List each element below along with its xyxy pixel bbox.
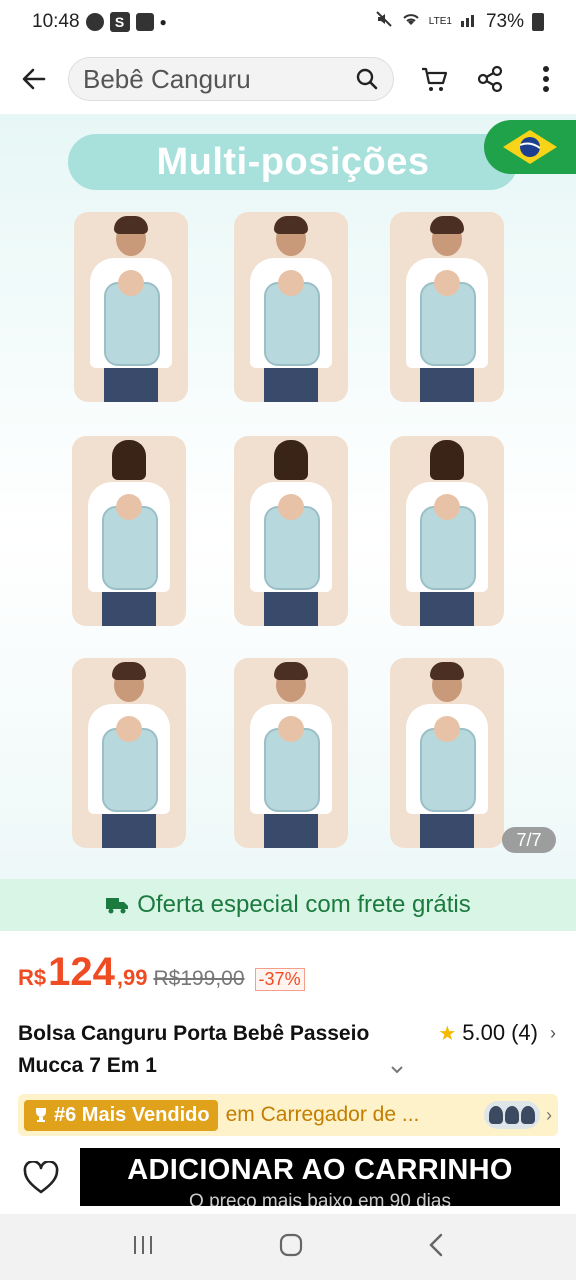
- rating-value: 5.00: [462, 1020, 506, 1045]
- cart-icon: [422, 67, 448, 91]
- position-photo: [390, 658, 504, 848]
- discount-badge: -37%: [254, 968, 305, 991]
- recent-apps-icon: [134, 1235, 153, 1254]
- position-photo: [390, 436, 504, 626]
- status-left: 10:48 S ●: [32, 11, 167, 33]
- bottom-action-bar: ADICIONAR AO CARRINHO O preço mais baixo…: [0, 1142, 576, 1214]
- position-photo: [72, 436, 186, 626]
- bestseller-badge: #6 Mais Vendido: [24, 1099, 218, 1131]
- system-back-button[interactable]: [427, 1232, 445, 1263]
- app-notification-icon: [135, 13, 154, 31]
- top-app-bar: Bebê Canguru: [0, 44, 576, 114]
- search-input[interactable]: Bebê Canguru: [68, 57, 394, 101]
- shipping-text: Oferta especial com frete grátis: [137, 891, 471, 918]
- mute-icon: [375, 10, 393, 34]
- price-integer: 124: [48, 950, 115, 994]
- add-to-cart-button[interactable]: ADICIONAR AO CARRINHO O preço mais baixo…: [80, 1148, 560, 1206]
- bestseller-thumbnail: [484, 1101, 540, 1129]
- more-vertical-icon: [543, 66, 549, 92]
- add-to-cart-label: ADICIONAR AO CARRINHO: [127, 1154, 513, 1186]
- price-currency: R$: [18, 965, 47, 990]
- notification-s-icon: S: [109, 12, 130, 32]
- heart-icon: [23, 1161, 59, 1194]
- battery-icon: [532, 13, 544, 31]
- signal-icon: [460, 11, 478, 33]
- trophy-icon: [36, 1108, 46, 1122]
- product-title: Bolsa Canguru Porta Bebê Passeio Mucca 7…: [18, 1022, 370, 1077]
- status-time: 10:48: [32, 11, 80, 32]
- price-row: R$ 124 ,99 R$199,00 -37%: [18, 950, 305, 995]
- more-options-button[interactable]: [518, 51, 574, 107]
- price-decimal: ,99: [116, 965, 148, 990]
- favorite-button[interactable]: [16, 1156, 66, 1200]
- original-price: R$199,00: [153, 967, 245, 990]
- cart-button[interactable]: [406, 51, 462, 107]
- hero-banner: Multi-posições: [68, 134, 518, 190]
- hero-title: Multi-posições: [156, 140, 430, 183]
- battery-percent: 73%: [485, 11, 524, 32]
- dot-icon: ●: [159, 15, 167, 29]
- chevron-left-icon: [428, 1233, 442, 1256]
- back-button[interactable]: [4, 49, 64, 109]
- position-photo: [74, 212, 188, 402]
- bestseller-rank: #6 Mais Vendido: [54, 1103, 210, 1126]
- arrow-left-icon: [22, 68, 46, 90]
- search-icon[interactable]: [355, 67, 379, 91]
- add-to-cart-sublabel: O preço mais baixo em 90 dias: [189, 1191, 451, 1206]
- position-photo: [72, 658, 186, 848]
- system-navigation-bar: [0, 1214, 576, 1280]
- star-icon: ★: [438, 1022, 457, 1045]
- status-bar: 10:48 S ● LTE1 73%: [0, 0, 576, 44]
- rating-summary[interactable]: ★ 5.00 (4) ›: [438, 1020, 556, 1046]
- share-icon: [477, 65, 503, 93]
- position-photo: [234, 436, 348, 626]
- wifi-icon: [401, 11, 421, 33]
- brazil-flag-icon: [484, 120, 576, 174]
- chevron-down-icon: [391, 1066, 403, 1074]
- review-count: (4): [511, 1020, 538, 1045]
- home-button[interactable]: [278, 1232, 304, 1263]
- volte-label: LTE1: [428, 16, 452, 27]
- bestseller-category: em Carregador de ...: [225, 1103, 420, 1126]
- position-photo: [234, 212, 348, 402]
- share-button[interactable]: [462, 51, 518, 107]
- position-photo: [390, 212, 504, 402]
- status-right: LTE1 73%: [375, 10, 544, 34]
- facebook-icon: [85, 13, 104, 31]
- expand-title-button[interactable]: [390, 1062, 404, 1080]
- image-counter: 7/7: [502, 827, 556, 853]
- position-photo: [234, 658, 348, 848]
- chevron-right-icon: ›: [546, 1104, 552, 1125]
- chevron-right-icon: ›: [550, 1022, 556, 1043]
- home-icon: [279, 1233, 303, 1256]
- recent-apps-button[interactable]: [131, 1234, 155, 1261]
- product-image-carousel[interactable]: Multi-posições 7/7: [0, 114, 576, 879]
- truck-icon: [106, 898, 129, 914]
- search-query: Bebê Canguru: [83, 63, 251, 94]
- bestseller-strip[interactable]: #6 Mais Vendido em Carregador de ... ›: [18, 1094, 558, 1136]
- free-shipping-banner[interactable]: Oferta especial com frete grátis: [0, 879, 576, 931]
